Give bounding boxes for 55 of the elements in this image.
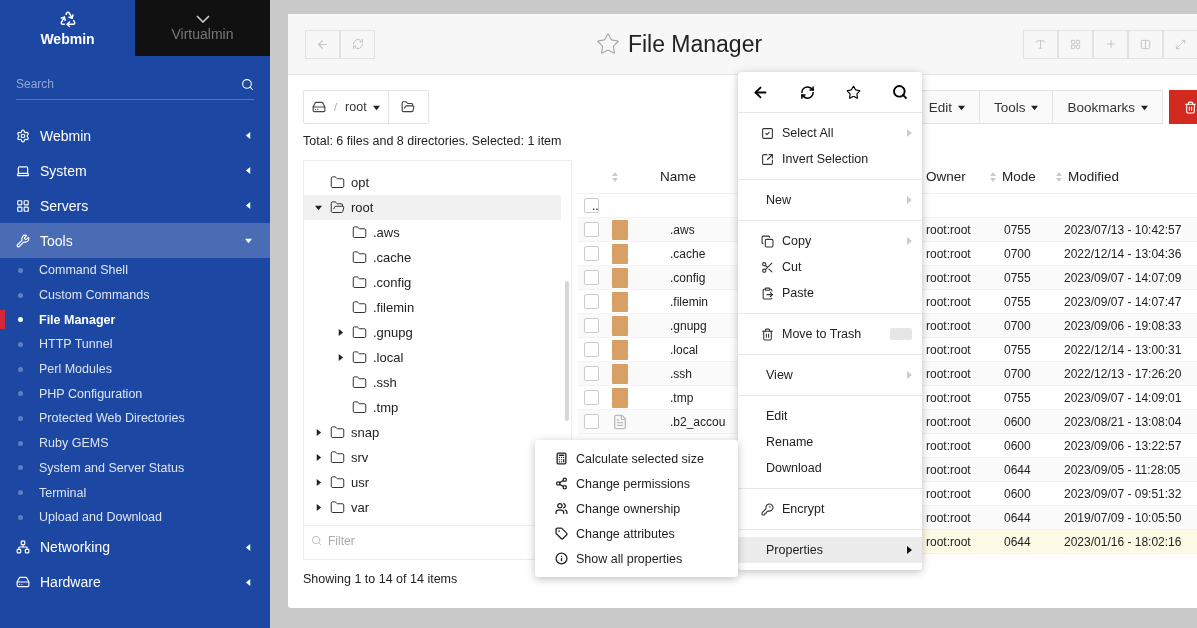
mode-cell: 0644 — [1004, 510, 1031, 525]
owner-cell: root:root — [926, 294, 971, 309]
owner-cell: root:root — [926, 438, 971, 453]
owner-cell: root:root — [926, 390, 971, 405]
modified-cell: 2023/09/06 - 19:08:33 — [1064, 318, 1182, 333]
modified-cell: 2022/12/14 - 13:00:31 — [1064, 342, 1182, 357]
owner-cell: root:root — [926, 342, 971, 357]
modified-cell: 2023/09/07 - 14:07:47 — [1064, 294, 1182, 309]
owner-cell: root:root — [926, 366, 971, 381]
mode-cell: 0755 — [1004, 294, 1031, 309]
owner-cell: root:root — [926, 270, 971, 285]
modified-cell: 2023/09/07 - 14:07:09 — [1064, 270, 1182, 285]
mode-cell: 0700 — [1004, 246, 1031, 261]
owner-cell: root:root — [926, 510, 971, 525]
modified-cell: 2023/09/07 - 09:51:32 — [1064, 486, 1182, 501]
name-cell: .local — [670, 342, 698, 357]
name-cell: .tmp — [670, 390, 694, 405]
name-cell: .ssh — [670, 366, 692, 381]
mode-cell: 0700 — [1004, 366, 1031, 381]
owner-cell: root:root — [926, 246, 971, 261]
name-cell: .gnupg — [670, 318, 707, 333]
modified-cell: 2023/09/07 - 14:09:01 — [1064, 390, 1182, 405]
mode-cell: 0755 — [1004, 390, 1031, 405]
owner-cell: root:root — [926, 414, 971, 429]
mode-cell: 0755 — [1004, 222, 1031, 237]
name-cell: .config — [670, 270, 706, 285]
name-cell: .filemin — [670, 294, 708, 309]
mode-cell: 0600 — [1004, 486, 1031, 501]
mode-cell: 0644 — [1004, 462, 1031, 477]
name-cell: .b2_accou — [670, 414, 726, 429]
modified-cell: 2023/07/13 - 10:42:57 — [1064, 222, 1182, 237]
name-cell: .cache — [670, 246, 706, 261]
page-title: File Manager — [627, 30, 763, 58]
modified-cell: 2023/08/21 - 13:08:04 — [1064, 414, 1182, 429]
owner-cell: root:root — [926, 318, 971, 333]
owner-cell: root:root — [926, 222, 971, 237]
mode-cell: 0600 — [1004, 414, 1031, 429]
modified-cell: 2023/09/05 - 11:28:05 — [1064, 462, 1181, 477]
footer-text: Showing 1 to 14 of 14 items — [303, 572, 459, 586]
mode-cell: 0644 — [1004, 534, 1031, 549]
owner-cell: root:root — [926, 534, 971, 549]
modified-cell: 2019/07/09 - 10:05:50 — [1064, 510, 1182, 525]
mode-cell: 0600 — [1004, 438, 1031, 453]
name-cell: .aws — [670, 222, 695, 237]
owner-cell: root:root — [926, 462, 971, 477]
mode-cell: 0700 — [1004, 318, 1031, 333]
path-separator: / — [334, 101, 338, 113]
owner-cell: root:root — [926, 486, 971, 501]
modified-cell: 2023/01/16 - 18:02:16 — [1064, 534, 1182, 549]
mode-cell: 0755 — [1004, 270, 1031, 285]
summary-text: Total: 6 files and 8 directories. Selected: 1 item — [303, 134, 563, 148]
modified-cell: 2023/09/06 - 13:22:57 — [1064, 438, 1182, 453]
modified-cell: 2022/12/13 - 17:26:20 — [1064, 366, 1182, 381]
modified-cell: 2022/12/14 - 13:04:36 — [1064, 246, 1182, 261]
mode-cell: 0755 — [1004, 342, 1031, 357]
